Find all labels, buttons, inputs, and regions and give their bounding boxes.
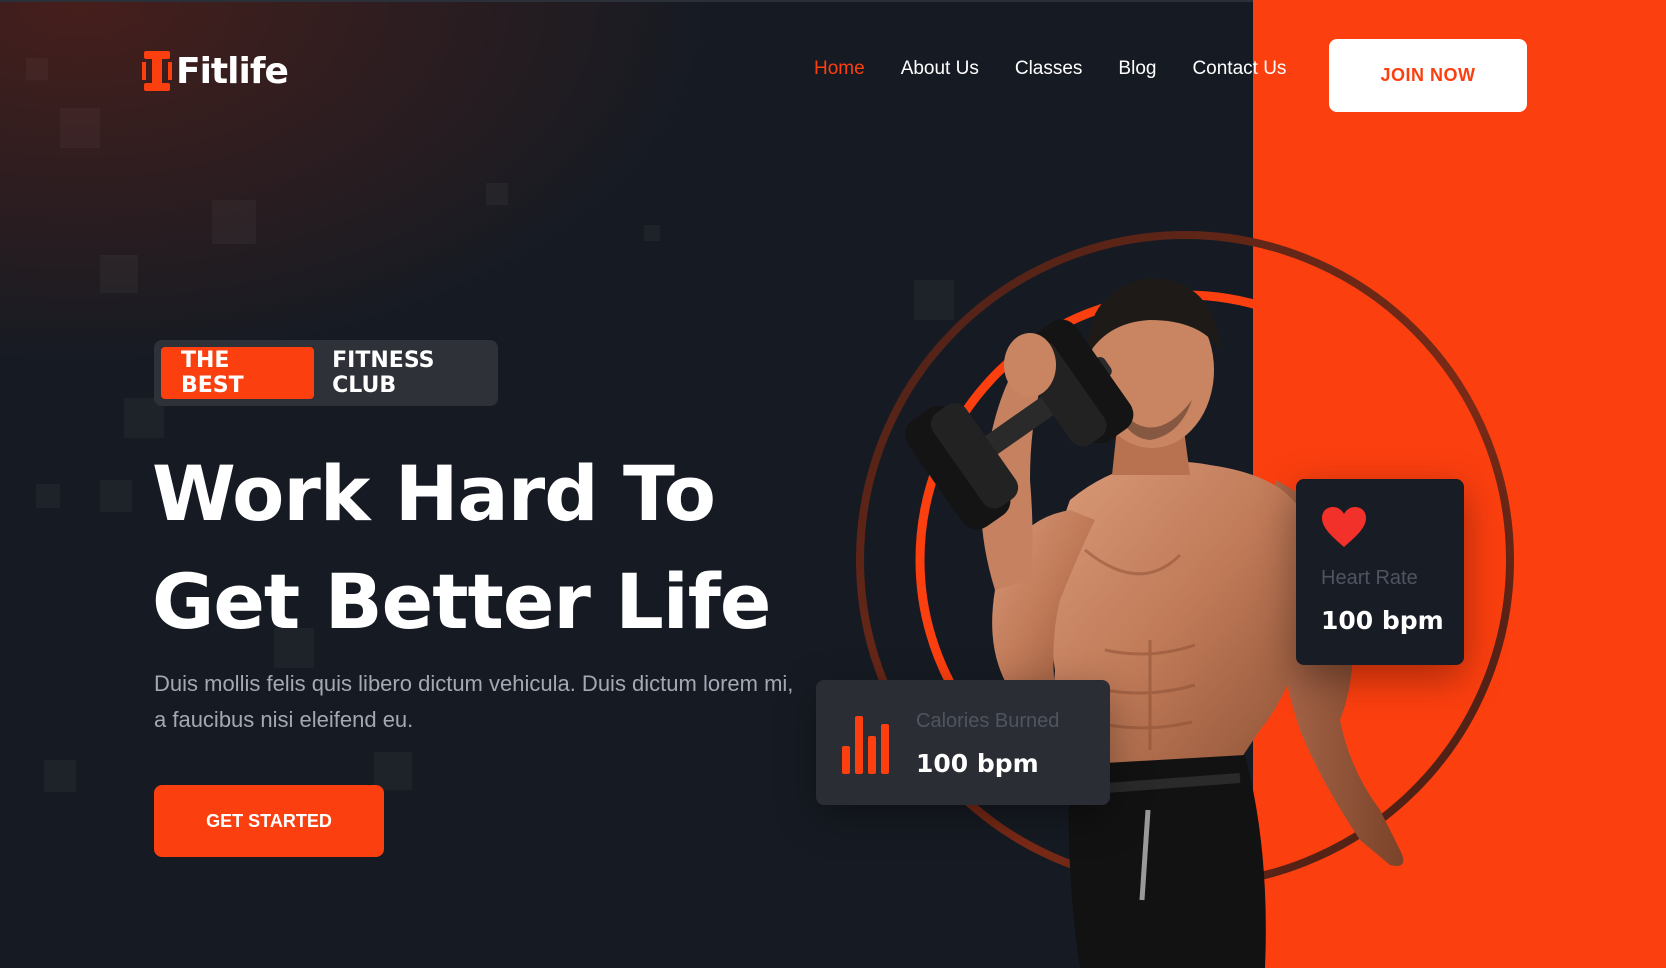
badge-highlight: THE BEST: [161, 347, 315, 399]
hero-subtext: Duis mollis felis quis libero dictum veh…: [154, 671, 794, 732]
decor-square: [26, 58, 48, 80]
nav-contact-us[interactable]: Contact Us: [1192, 58, 1286, 80]
heart-icon: [1322, 507, 1366, 547]
heart-rate-label: Heart Rate: [1321, 567, 1418, 589]
logo-text: Fitlife: [176, 50, 289, 92]
calories-card: Calories Burned 100 bpm: [816, 680, 1110, 805]
nav-home[interactable]: Home: [814, 58, 865, 80]
nav-classes[interactable]: Classes: [1015, 58, 1083, 80]
headline-line-1: Work Hard To: [152, 449, 716, 538]
calories-value: 100 bpm: [916, 749, 1039, 778]
main-nav: Home About Us Classes Blog Contact Us: [814, 58, 1322, 80]
nav-blog[interactable]: Blog: [1118, 58, 1156, 80]
logo[interactable]: Fitlife: [142, 46, 289, 96]
bar-chart-icon: [842, 716, 889, 774]
decor-square: [100, 255, 138, 293]
nav-about-us[interactable]: About Us: [901, 58, 979, 80]
join-now-button[interactable]: JOIN NOW: [1329, 39, 1527, 112]
decor-square: [212, 200, 256, 244]
hero-badge: THE BEST FITNESS CLUB: [154, 340, 498, 406]
hero-headline: Work Hard To Get Better Life: [152, 440, 852, 656]
dumbbell-logo-icon: [142, 48, 172, 94]
headline-line-2: Get Better Life: [152, 557, 771, 646]
calories-label: Calories Burned: [916, 710, 1060, 732]
decor-square: [36, 484, 60, 508]
decor-square: [60, 108, 100, 148]
badge-text: FITNESS CLUB: [332, 348, 435, 398]
heart-rate-value: 100 bpm: [1321, 606, 1444, 635]
get-started-button[interactable]: GET STARTED: [154, 785, 384, 857]
decor-square: [486, 183, 508, 205]
decor-square: [44, 760, 76, 792]
decor-square: [100, 480, 132, 512]
decor-square: [374, 752, 412, 790]
heart-rate-card: Heart Rate 100 bpm: [1296, 479, 1464, 665]
decor-square: [644, 225, 660, 241]
